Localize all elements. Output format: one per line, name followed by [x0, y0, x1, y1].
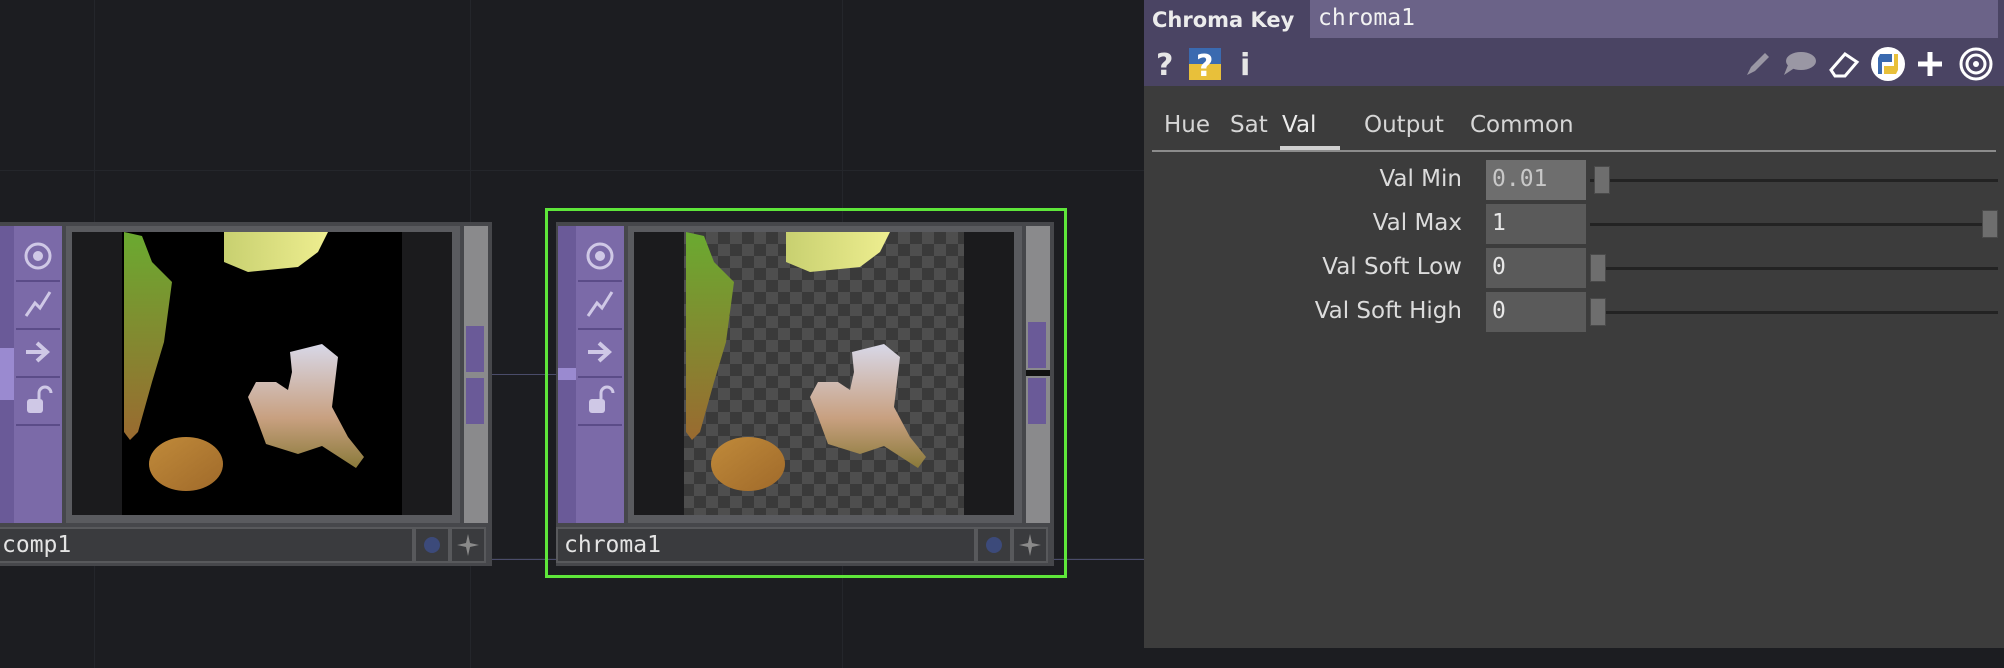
info-icon[interactable]: i — [1234, 46, 1258, 82]
param-val-soft-high: Val Soft High 0 — [1144, 292, 2004, 334]
node-dot-button[interactable] — [414, 527, 450, 563]
node-output-bar — [464, 226, 488, 523]
param-tabs: Hue Sat Val Output Common — [1152, 100, 1996, 152]
node-sparkle-button[interactable] — [1012, 527, 1048, 563]
export-arrow-icon[interactable] — [578, 330, 622, 374]
val-soft-high-field[interactable]: 0 — [1486, 292, 1586, 332]
param-val-soft-low: Val Soft Low 0 — [1144, 248, 2004, 290]
param-val-min: Val Min 0.01 — [1144, 160, 2004, 202]
python-question-icon[interactable]: ? — [1186, 46, 1226, 82]
param-slider-track[interactable] — [1590, 179, 1998, 182]
param-value: 0 — [1492, 298, 1506, 324]
speech-bubble-icon[interactable] — [1780, 46, 1820, 82]
tab-output[interactable]: Output — [1364, 112, 1444, 138]
param-value: 0.01 — [1492, 166, 1548, 192]
node-sparkle-button[interactable] — [450, 527, 486, 563]
viewer-toggle-icon[interactable] — [578, 234, 622, 278]
output-connector[interactable] — [1028, 378, 1046, 424]
val-max-field[interactable]: 1 — [1486, 204, 1586, 244]
node-name: chroma1 — [564, 532, 661, 558]
node-chroma1[interactable]: chroma1 — [556, 222, 1054, 566]
tab-val[interactable]: Val — [1282, 112, 1316, 138]
val-soft-low-field[interactable]: 0 — [1486, 248, 1586, 288]
comp1-image — [122, 232, 402, 515]
slider-handle[interactable] — [1982, 210, 1998, 238]
target-icon[interactable] — [1956, 46, 1996, 82]
param-label: Val Soft Low — [1322, 254, 1462, 280]
node-sidebar — [0, 226, 62, 523]
node-name-field[interactable]: chroma1 — [556, 527, 976, 563]
lock-icon[interactable] — [578, 378, 622, 422]
output-connector[interactable] — [466, 378, 484, 424]
node-viewer — [66, 226, 460, 523]
node-dot-button[interactable] — [976, 527, 1012, 563]
slider-handle[interactable] — [1590, 254, 1606, 282]
param-slider-track[interactable] — [1590, 267, 1998, 270]
node-name: comp1 — [2, 532, 72, 558]
panel-header: Chroma Key chroma1 — [1144, 0, 2004, 42]
bypass-icon[interactable] — [16, 282, 60, 326]
svg-text:i: i — [1240, 48, 1250, 80]
slider-handle[interactable] — [1593, 166, 1610, 194]
pencil-icon[interactable] — [1740, 46, 1776, 82]
input-connector[interactable] — [0, 348, 14, 400]
param-slider-track[interactable] — [1590, 311, 1998, 314]
tab-common[interactable]: Common — [1470, 112, 1574, 138]
node-viewer — [628, 226, 1022, 523]
slider-handle[interactable] — [1590, 298, 1606, 326]
op-name-field[interactable]: chroma1 — [1310, 0, 1998, 38]
op-name-value: chroma1 — [1318, 5, 1415, 31]
viewer-toggle-icon[interactable] — [16, 234, 60, 278]
svg-text:?: ? — [1196, 49, 1213, 82]
bypass-icon[interactable] — [578, 282, 622, 326]
param-label: Val Max — [1372, 210, 1462, 236]
question-icon[interactable]: ? — [1152, 46, 1178, 82]
param-value: 0 — [1492, 254, 1506, 280]
node-name-field[interactable]: comp1 — [0, 527, 414, 563]
export-arrow-icon[interactable] — [16, 330, 60, 374]
lock-icon[interactable] — [16, 378, 60, 422]
svg-text:?: ? — [1156, 48, 1173, 80]
parameter-panel: Chroma Key chroma1 ? ? i Hue Sat Val Out… — [1144, 0, 2004, 648]
tab-sat[interactable]: Sat — [1230, 112, 1268, 138]
tab-hue[interactable]: Hue — [1164, 112, 1210, 138]
output-connector[interactable] — [466, 326, 484, 372]
active-tab-indicator — [1280, 146, 1340, 150]
plus-icon[interactable] — [1912, 46, 1948, 82]
output-connector[interactable] — [1028, 322, 1046, 368]
param-label: Val Min — [1379, 166, 1462, 192]
val-min-field[interactable]: 0.01 — [1486, 160, 1586, 200]
chroma1-image — [684, 232, 964, 515]
param-val-max: Val Max 1 — [1144, 204, 2004, 246]
node-sidebar — [558, 226, 624, 523]
node-comp1[interactable]: comp1 — [0, 222, 492, 566]
node-output-bar — [1026, 226, 1050, 523]
panel-toolbar: ? ? i — [1144, 42, 2004, 86]
param-value: 1 — [1492, 210, 1506, 236]
input-connector[interactable] — [558, 368, 576, 380]
eraser-icon[interactable] — [1824, 46, 1864, 82]
python-icon[interactable] — [1868, 46, 1908, 82]
param-slider-track[interactable] — [1590, 223, 1998, 226]
op-type-label: Chroma Key — [1152, 8, 1295, 32]
param-label: Val Soft High — [1314, 298, 1462, 324]
